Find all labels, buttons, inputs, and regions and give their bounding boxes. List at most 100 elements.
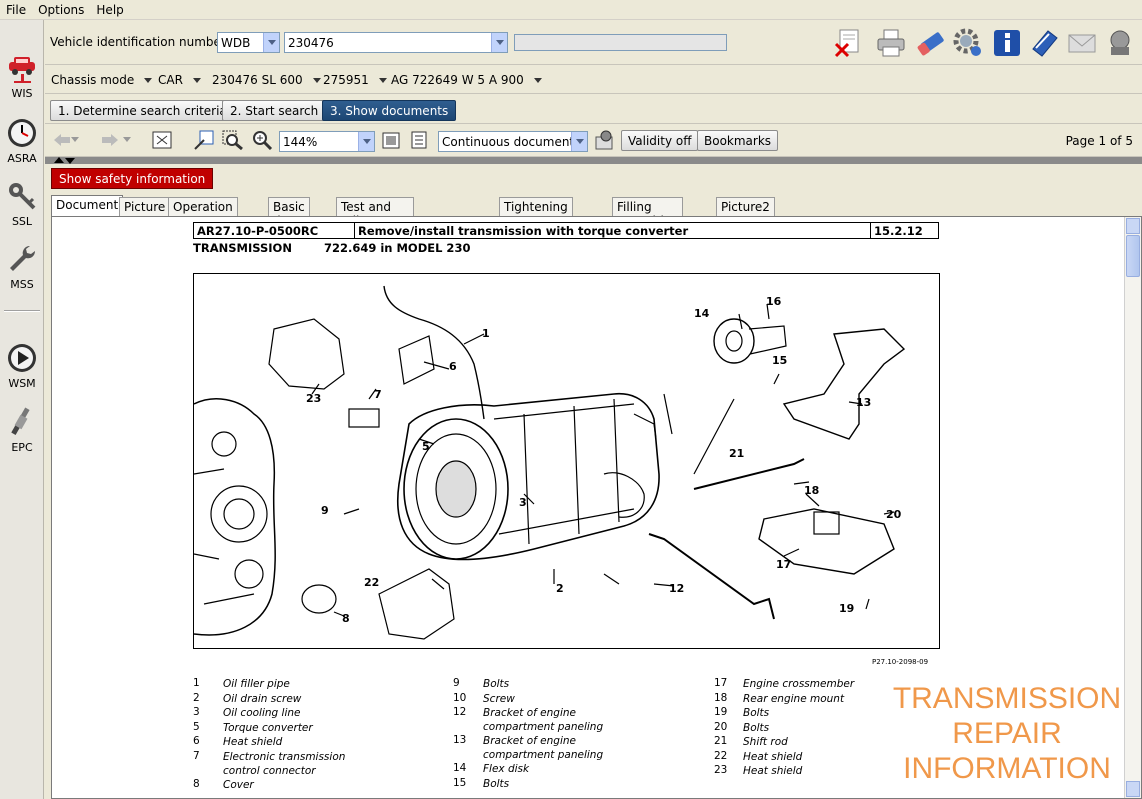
vin-label: Vehicle identification number: [50, 35, 226, 49]
chassis-mode-dropdown[interactable]: Chassis mode: [51, 73, 153, 87]
chevron-down-icon: [533, 78, 542, 83]
legend-text: Oil filler pipe: [223, 678, 290, 690]
fit-page-icon[interactable]: [152, 131, 172, 149]
continuous-page-icon[interactable]: [410, 131, 428, 149]
chevron-down-icon[interactable]: [358, 132, 374, 151]
nav-mss[interactable]: MSS: [0, 243, 44, 291]
chevron-down-icon[interactable]: [491, 33, 507, 52]
chassis-transmission-dropdown[interactable]: AG 722649 W 5 A 900: [391, 73, 542, 87]
tools-icon[interactable]: [594, 129, 616, 151]
legend-text: Screw: [483, 692, 515, 705]
callout-23: 23: [306, 392, 321, 405]
step-show-documents[interactable]: 3. Show documents: [322, 100, 457, 121]
chassis-engine-value: 275951: [323, 73, 369, 87]
tab-picture2[interactable]: Picture2: [716, 197, 775, 217]
menu-options[interactable]: Options: [32, 0, 90, 17]
zoom-area-icon[interactable]: [222, 130, 244, 150]
tab-picture[interactable]: Picture: [119, 197, 171, 217]
nav-label-wis: WIS: [11, 87, 33, 100]
eraser-icon[interactable]: [915, 27, 947, 59]
nav-asra[interactable]: ASRA: [0, 117, 44, 165]
zoom-in-icon[interactable]: [251, 130, 273, 150]
tab-basic-data[interactable]: Basic data: [268, 197, 310, 228]
info-icon[interactable]: [991, 27, 1023, 59]
forward-arrow-icon[interactable]: [101, 133, 119, 147]
callout-2: 2: [556, 582, 564, 595]
vin-number-value: 230476: [288, 36, 334, 50]
settings-gear-icon[interactable]: [952, 27, 984, 59]
nav-epc[interactable]: EPC: [0, 406, 44, 454]
tab-operation-steps[interactable]: Operation steps: [168, 197, 238, 228]
chevron-down-icon: [144, 78, 153, 83]
legend-text: Bracket of engine compartment paneling: [483, 707, 604, 733]
chassis-car-dropdown[interactable]: CAR: [158, 73, 201, 87]
legend-number: 18: [714, 691, 728, 704]
exploded-view-figure: 1 2 3 5 6 7 8 9 12 13 14 15 16 17 18 19 …: [193, 273, 940, 649]
chassis-engine-dropdown[interactable]: 275951: [323, 73, 387, 87]
tab-document[interactable]: Document: [51, 195, 124, 217]
tab-filling-capacities[interactable]: Filling capacities: [612, 197, 683, 228]
delete-document-icon[interactable]: [833, 27, 865, 59]
chevron-down-icon: [378, 78, 387, 83]
legend-text: Bracket of engine compartment paneling: [483, 735, 604, 761]
vertical-scrollbar[interactable]: [1124, 217, 1141, 798]
chassis-car-value: CAR: [158, 73, 183, 87]
fit-width-icon[interactable]: [194, 130, 214, 150]
single-page-icon[interactable]: [382, 132, 400, 149]
chevron-down-icon[interactable]: [71, 137, 79, 142]
callout-16: 16: [766, 295, 782, 308]
scrollbar-thumb[interactable]: [1126, 235, 1140, 277]
zoom-select[interactable]: 144%: [279, 131, 375, 152]
legend-text: Cover: [223, 778, 254, 791]
collapse-up-icon[interactable]: [54, 157, 64, 163]
legend-number: 8: [193, 777, 200, 790]
scroll-up-icon[interactable]: [1126, 218, 1140, 234]
print-icon[interactable]: [875, 27, 907, 59]
callout-3: 3: [519, 496, 527, 509]
callout-14: 14: [694, 307, 710, 320]
page-of: of: [1109, 134, 1122, 148]
tab-tightening-torques[interactable]: Tightening torques: [499, 197, 573, 228]
callout-15: 15: [772, 354, 787, 367]
nav-wsm[interactable]: WSM: [0, 342, 44, 390]
legend-number: 2: [193, 691, 200, 704]
show-safety-information-button[interactable]: Show safety information: [51, 168, 214, 189]
legend-number: 19: [714, 706, 728, 718]
menu-file[interactable]: File: [0, 0, 32, 17]
legend-number: 15: [453, 776, 467, 789]
step-start-search[interactable]: 2. Start search: [222, 100, 327, 121]
document-subtitle: TRANSMISSION 722.649 in MODEL 230: [193, 241, 470, 255]
scroll-down-icon[interactable]: [1126, 781, 1140, 797]
view-mode-select[interactable]: Continuous document: [438, 131, 588, 152]
callout-12: 12: [669, 582, 684, 595]
validity-toggle-button[interactable]: Validity off: [621, 130, 699, 151]
nav-wis[interactable]: WIS: [0, 52, 44, 100]
nav-separator: [4, 310, 40, 312]
back-arrow-icon[interactable]: [53, 133, 71, 147]
step-determine-search-criteria[interactable]: 1. Determine search criteria: [50, 100, 235, 121]
page-current: 1: [1098, 134, 1107, 148]
legend-number: 20: [714, 720, 728, 733]
chassis-model-dropdown[interactable]: 230476 SL 600: [212, 73, 321, 87]
legend-number: 22: [714, 749, 728, 762]
splitter-bar[interactable]: [45, 157, 1142, 164]
page-label: Page: [1065, 134, 1095, 148]
nav-ssl[interactable]: SSL: [0, 180, 44, 228]
callout-21: 21: [729, 447, 744, 460]
callout-9: 9: [321, 504, 329, 517]
logout-icon[interactable]: [1104, 27, 1136, 59]
legend-text: Electronic transmission control connecto…: [223, 750, 346, 777]
chevron-down-icon[interactable]: [263, 33, 279, 52]
mail-icon[interactable]: [1066, 27, 1098, 59]
tab-test-and-adjustment-values[interactable]: Test and adjustment values: [336, 197, 415, 242]
bookmarks-button[interactable]: Bookmarks: [697, 130, 779, 151]
nav-label-wsm: WSM: [8, 377, 36, 390]
chevron-down-icon[interactable]: [571, 132, 587, 151]
chevron-down-icon[interactable]: [123, 137, 131, 142]
manual-book-icon[interactable]: [1028, 27, 1060, 59]
legend-text: Oil cooling line: [223, 707, 301, 719]
steps-row: 1. Determine search criteria 2. Start se…: [45, 94, 1142, 124]
vin-number-select[interactable]: 230476: [284, 32, 508, 53]
menu-help[interactable]: Help: [90, 0, 129, 17]
vin-prefix-select[interactable]: WDB: [217, 32, 280, 53]
